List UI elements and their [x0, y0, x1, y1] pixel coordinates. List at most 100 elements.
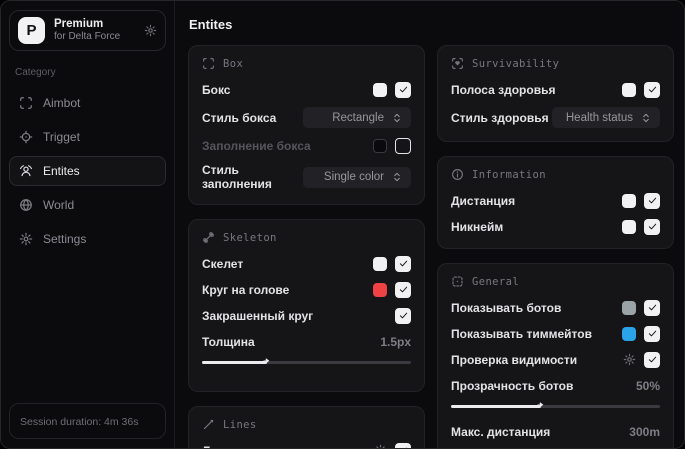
color-swatch[interactable] — [373, 138, 387, 153]
color-swatch[interactable] — [373, 256, 387, 271]
slider[interactable] — [451, 400, 660, 412]
card-title: Skeleton — [223, 231, 277, 244]
checkbox[interactable] — [395, 255, 411, 272]
sidebar-item-label: World — [43, 198, 75, 212]
setting-row: Стиль бокса Rectangle — [202, 107, 411, 128]
setting-row: Стиль здоровья Health status — [451, 107, 660, 128]
card-title: Box — [223, 57, 244, 70]
checkbox[interactable] — [395, 137, 411, 154]
dropdown-3[interactable]: Single color — [303, 166, 411, 188]
setting-label: Стиль заполнения — [202, 163, 272, 191]
color-swatch[interactable] — [622, 193, 636, 208]
slider[interactable] — [202, 356, 411, 368]
sidebar-item-label: Settings — [43, 232, 87, 246]
checkbox[interactable] — [395, 81, 411, 98]
setting-label: Стиль здоровья — [451, 110, 549, 125]
checkbox[interactable] — [395, 281, 411, 298]
info-icon — [451, 168, 464, 181]
color-swatch[interactable] — [373, 82, 387, 97]
gear-icon[interactable] — [374, 444, 387, 448]
setting-row: Скелет — [202, 255, 411, 272]
sidebar-item-label: Aimbot — [43, 96, 81, 110]
setting-label: Показывать ботов — [451, 300, 562, 315]
card-box: Box Бокс Стиль бокса Rectangle Заполнение бо… — [188, 45, 425, 205]
entities-icon — [19, 164, 33, 178]
color-swatch[interactable] — [622, 219, 636, 234]
main-panel: Entites Box Бокс Стиль бокса Rectangle Запол… — [175, 1, 684, 448]
category-label: Category — [15, 67, 56, 78]
slider-value: 300m — [629, 424, 660, 439]
setting-row: Макс. дистанция 300m — [451, 423, 660, 440]
color-swatch[interactable] — [622, 82, 636, 97]
dropdown-value: Rectangle — [332, 111, 384, 124]
dropdown-value: Single color — [323, 171, 384, 183]
setting-label: Макс. дистанция — [451, 424, 551, 439]
setting-row: Круг на голове — [202, 281, 411, 298]
setting-row: Прозрачность ботов 50% — [451, 377, 660, 394]
setting-label: Бокс — [202, 82, 231, 97]
gear-icon[interactable] — [623, 353, 636, 366]
setting-label: Линия до врага — [202, 444, 374, 449]
card-skeleton: Skeleton Скелет Круг на голове Закрашенный … — [188, 219, 425, 392]
card-information: Information Дистанция Никнейм — [437, 156, 674, 249]
setting-label: Проверка видимости — [451, 352, 578, 367]
setting-label: Стиль бокса — [202, 110, 277, 125]
dropdown-1[interactable]: Health status — [552, 107, 660, 128]
setting-label: Круг на голове — [202, 282, 290, 297]
brand-subtitle: for Delta Force — [54, 31, 121, 43]
setting-label: Закрашенный круг — [202, 308, 314, 323]
sidebar-item-world[interactable]: World — [9, 190, 166, 220]
line-icon — [202, 418, 215, 431]
slider-fill — [202, 361, 267, 364]
scan-icon — [202, 57, 215, 70]
setting-label: Скелет — [202, 256, 244, 271]
color-swatch[interactable] — [622, 326, 636, 341]
setting-row: Толщина 1.5px — [202, 333, 411, 350]
checkbox[interactable] — [395, 442, 411, 448]
sidebar-item-settings[interactable]: Settings — [9, 224, 166, 254]
sidebar-item-label: Trigget — [43, 130, 80, 144]
sidebar: P Premium for Delta Force Category Aimbo… — [1, 1, 175, 448]
setting-row: Никнейм — [451, 218, 660, 235]
scan-icon — [19, 96, 33, 110]
slider-thumb[interactable] — [537, 401, 548, 412]
setting-label: Толщина — [202, 334, 255, 349]
setting-label: Дистанция — [451, 193, 516, 208]
checkbox[interactable] — [644, 325, 660, 342]
setting-row: Полоса здоровья — [451, 81, 660, 98]
brand-title: Premium — [54, 18, 104, 31]
slider[interactable] — [451, 446, 660, 448]
card-title: Lines — [223, 418, 257, 431]
color-swatch[interactable] — [373, 282, 387, 297]
setting-label: Заполнение бокса — [202, 138, 311, 153]
card-title: Information — [472, 168, 546, 181]
checkbox[interactable] — [644, 81, 660, 98]
slider-value: 50% — [635, 378, 660, 393]
color-swatch[interactable] — [622, 300, 636, 315]
brand-logo: P — [18, 17, 45, 44]
checkbox[interactable] — [644, 299, 660, 316]
setting-label: Никнейм — [451, 219, 504, 234]
sidebar-item-trigget[interactable]: Trigget — [9, 122, 166, 152]
checkbox[interactable] — [644, 218, 660, 235]
dropdown-value: Health status — [565, 111, 633, 124]
setting-row: Проверка видимости — [451, 351, 660, 368]
setting-row: Бокс — [202, 81, 411, 98]
sidebar-item-aimbot[interactable]: Aimbot — [9, 88, 166, 118]
session-duration: Session duration: 4m 36s — [9, 403, 166, 439]
card-title: Survivability — [472, 57, 560, 70]
setting-row: Линия до врага — [202, 442, 411, 448]
setting-label: Полоса здоровья — [451, 82, 556, 97]
checkbox[interactable] — [644, 192, 660, 209]
gear-icon[interactable] — [144, 24, 157, 37]
globe-icon — [19, 198, 33, 212]
gear-icon — [19, 232, 33, 246]
checkbox[interactable] — [644, 351, 660, 368]
chevron-unfold-icon — [391, 171, 403, 183]
checkbox[interactable] — [395, 307, 411, 324]
sidebar-item-entites[interactable]: Entites — [9, 156, 166, 186]
slider-thumb[interactable] — [263, 357, 274, 368]
dropdown-1[interactable]: Rectangle — [303, 107, 411, 128]
slider-thumb[interactable] — [566, 447, 577, 448]
setting-label: Показывать тиммейтов — [451, 326, 592, 341]
